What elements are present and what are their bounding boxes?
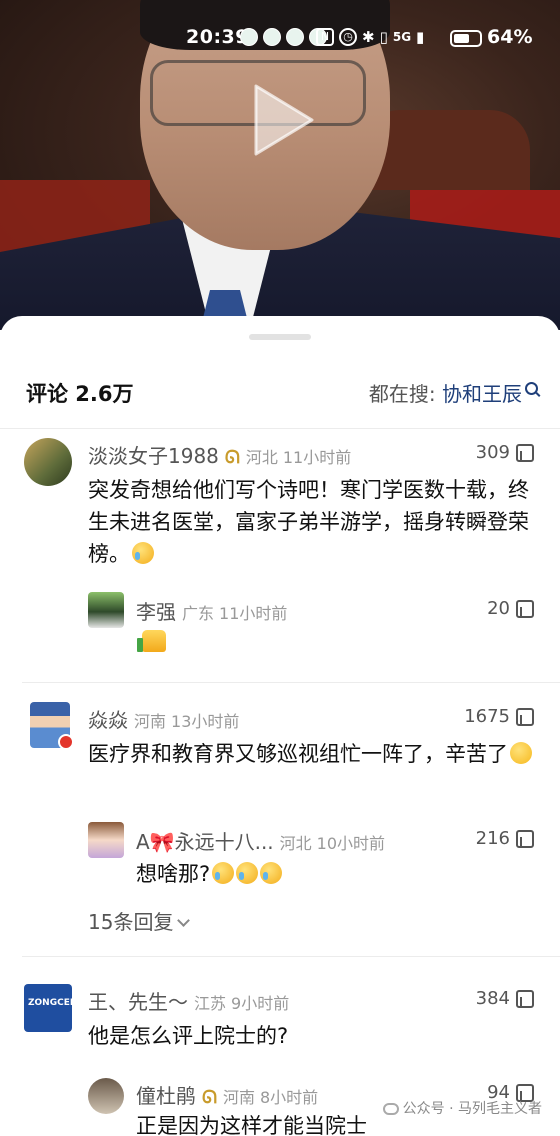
app-icon xyxy=(286,28,304,46)
nfc-icon: N xyxy=(316,28,334,46)
reply-location: 河南 xyxy=(222,1088,255,1107)
comment-text: 突发奇想给他们写个诗吧！寒门学医数十载，终生未进名医堂，富家子弟半游学，摇身转瞬… xyxy=(88,478,529,566)
comment-username[interactable]: 淡淡女子1988 xyxy=(88,444,219,468)
flag-badge-icon xyxy=(58,734,74,750)
like-button[interactable]: 309 xyxy=(476,442,534,463)
like-count: 20 xyxy=(487,598,510,619)
comments-count-title: 评论 2.6万 xyxy=(26,382,134,406)
fan-badge-icon: ᘏ xyxy=(202,1087,217,1108)
divider xyxy=(22,682,560,683)
bluetooth-icon: ✱ xyxy=(362,28,375,46)
like-count: 309 xyxy=(475,442,510,463)
watermark-text: 公众号 · 马列毛主义者 xyxy=(402,1101,542,1117)
thumbs-up-icon[interactable] xyxy=(516,707,534,726)
battery-icon xyxy=(450,30,482,47)
reply-username[interactable]: A🎀永远十八... xyxy=(136,830,274,854)
reply-username[interactable]: 李强 xyxy=(136,600,176,624)
laugh-cry-emoji-icon xyxy=(260,862,283,884)
reply-text: 正是因为这样才能当院士 xyxy=(136,1114,367,1136)
comment-username[interactable]: 焱焱 xyxy=(88,708,128,732)
like-count: 1675 xyxy=(464,706,510,727)
logo-icon: ZONGCEI xyxy=(28,998,72,1008)
reply-time: 11小时前 xyxy=(219,604,288,623)
comment-text: 医疗界和教育界又够巡视组忙一阵了，辛苦了 xyxy=(88,742,508,766)
comment-time: 9小时前 xyxy=(231,994,290,1013)
app-icon xyxy=(263,28,281,46)
wechat-icon xyxy=(240,28,258,46)
comment-location: 江苏 xyxy=(194,994,227,1013)
thumbs-up-emoji-icon xyxy=(137,630,166,656)
thumbs-up-icon[interactable] xyxy=(516,443,534,462)
system-icons: N ◷ ✱ ▯ 5G ▮ xyxy=(316,28,424,46)
battery-percent: 64% xyxy=(487,26,533,48)
search-icon[interactable] xyxy=(525,382,538,395)
comment-time: 11小时前 xyxy=(282,448,352,467)
reply-time: 10小时前 xyxy=(316,834,386,853)
reply-username[interactable]: 僮杜鹃 xyxy=(136,1084,196,1108)
chevron-down-icon xyxy=(177,914,191,927)
hot-search-term[interactable]: 协和王辰 xyxy=(442,382,522,406)
avatar[interactable] xyxy=(88,1078,124,1114)
comment-text: 他是怎么评上院士的? xyxy=(88,1024,289,1048)
like-count: 384 xyxy=(475,988,510,1009)
comment-time: 13小时前 xyxy=(171,712,240,731)
reply-location: 河北 xyxy=(279,834,312,853)
wechat-official-icon xyxy=(382,1103,399,1115)
comment-username[interactable]: 王、先生～ xyxy=(88,990,188,1014)
laugh-cry-emoji-icon xyxy=(132,542,154,564)
laugh-cry-emoji-icon xyxy=(212,862,235,884)
like-button[interactable]: 216 xyxy=(476,828,534,849)
thumbs-up-icon[interactable] xyxy=(516,829,534,848)
more-replies-label[interactable]: 15条回复 xyxy=(88,910,173,934)
comments-header: 评论 2.6万 都在搜: 协和王辰 xyxy=(26,378,538,412)
vibrate-icon: ▯ xyxy=(379,28,388,46)
like-button[interactable]: 1675 xyxy=(464,706,534,727)
thumbs-up-icon[interactable] xyxy=(516,599,534,618)
more-replies-link[interactable]: 15条回复 xyxy=(88,906,191,935)
status-bar: 20:39 N ◷ ✱ ▯ 5G ▮ 64% xyxy=(0,24,560,54)
play-icon[interactable] xyxy=(248,80,318,160)
watermark: 公众号 · 马列毛主义者 xyxy=(382,1098,542,1118)
thumbs-up-icon[interactable] xyxy=(516,989,534,1008)
divider xyxy=(22,956,560,957)
signal-bars-icon: ▮ xyxy=(416,28,425,46)
comment-location: 河北 xyxy=(245,448,278,467)
smile-emoji-icon xyxy=(510,742,532,764)
avatar[interactable] xyxy=(88,592,124,628)
reply-location: 广东 xyxy=(182,604,215,623)
signal-icon: 5G xyxy=(392,30,412,44)
comments-sheet: 评论 2.6万 都在搜: 协和王辰 淡淡女子1988 ᘏ 河北 11小时前 309 突… xyxy=(0,316,560,1136)
hot-search-link[interactable]: 都在搜: 协和王辰 xyxy=(369,378,538,407)
like-count: 216 xyxy=(475,828,510,849)
alarm-icon: ◷ xyxy=(339,28,357,46)
avatar[interactable] xyxy=(88,822,124,858)
comment-location: 河南 xyxy=(134,712,167,731)
drag-handle[interactable] xyxy=(249,334,311,340)
hot-search-label: 都在搜: xyxy=(368,382,442,406)
avatar[interactable]: ZONGCEI xyxy=(24,984,72,1032)
fan-badge-icon: ᘏ xyxy=(224,447,240,468)
notification-icons xyxy=(240,28,327,46)
laugh-cry-emoji-icon xyxy=(236,862,259,884)
avatar[interactable] xyxy=(24,438,72,486)
reply-text: 想啥那? xyxy=(136,862,211,886)
reply-time: 8小时前 xyxy=(259,1088,319,1107)
divider xyxy=(0,428,560,429)
like-button[interactable]: 20 xyxy=(487,598,534,619)
like-button[interactable]: 384 xyxy=(476,988,534,1009)
